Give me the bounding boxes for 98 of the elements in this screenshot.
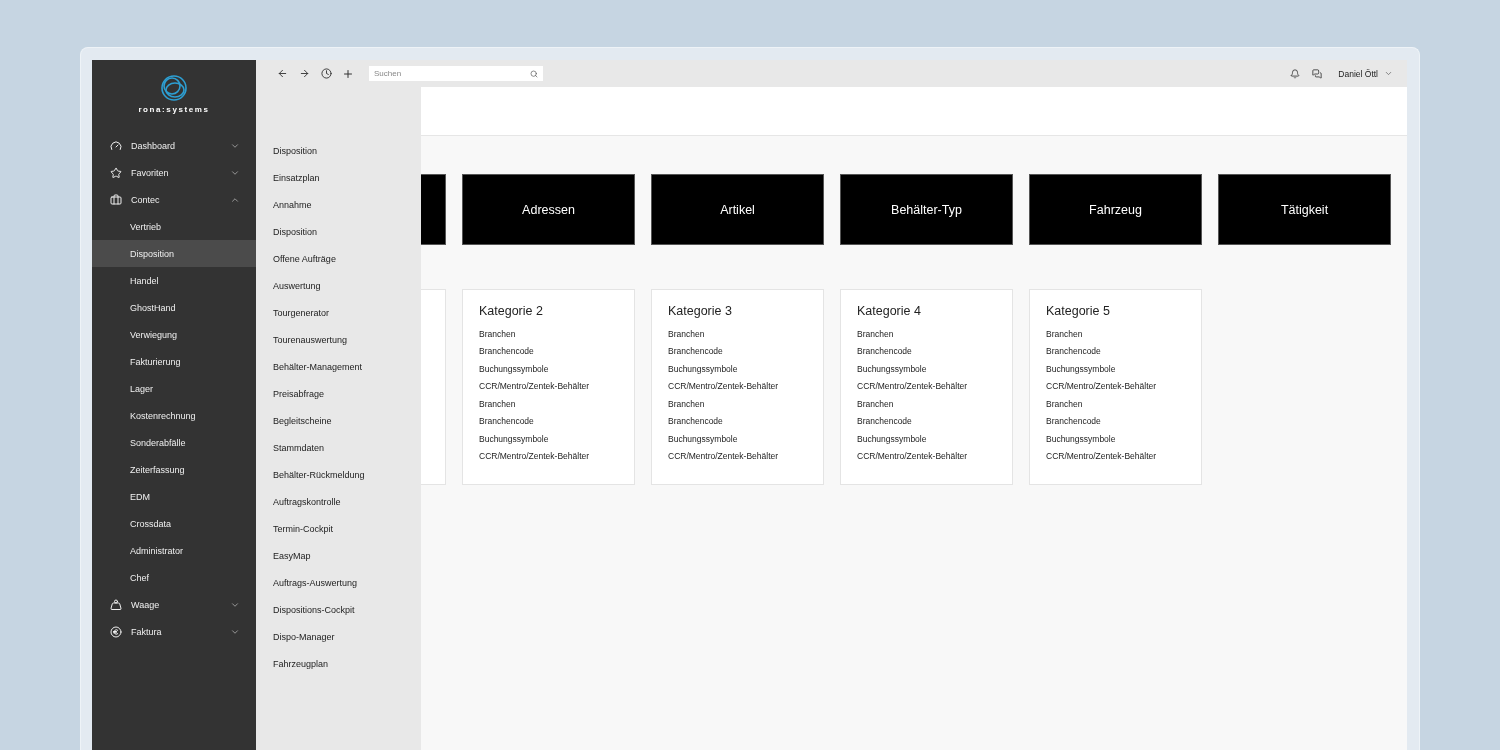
sidebar-subitem[interactable]: EDM (92, 483, 256, 510)
sidebar-item[interactable]: Contec (92, 186, 256, 213)
card-link[interactable]: Buchungssymbole (479, 360, 618, 378)
sidebar-subitem[interactable]: GhostHand (92, 294, 256, 321)
card-link[interactable]: Buchungssymbole (857, 360, 996, 378)
card-link[interactable]: Branchencode (479, 412, 618, 430)
tile-button[interactable]: Behälter-Typ (840, 174, 1013, 245)
tile-button[interactable]: Artikel (651, 174, 824, 245)
card-link[interactable]: Branchencode (1046, 412, 1185, 430)
flyout-item[interactable]: Behälter-Management (273, 353, 421, 380)
card-link[interactable]: Branchen (1046, 395, 1185, 413)
flyout-item[interactable]: Tourgenerator (273, 299, 421, 326)
sidebar-item[interactable]: Favoriten (92, 159, 256, 186)
card-link[interactable]: Branchen (1046, 325, 1185, 343)
card-link[interactable]: Buchungssymbole (668, 430, 807, 448)
card-link[interactable]: Branchencode (1046, 342, 1185, 360)
flyout-item[interactable]: Begleitscheine (273, 407, 421, 434)
card-link[interactable]: CCR/Mentro/Zentek-Behälter (1046, 377, 1185, 395)
card-link[interactable]: Branchen (668, 395, 807, 413)
logo-text: rona:systems (138, 105, 210, 114)
history-button[interactable] (319, 66, 333, 81)
gauge-icon (110, 139, 122, 152)
sidebar-subitem[interactable]: Crossdata (92, 510, 256, 537)
card-link[interactable]: Branchen (668, 325, 807, 343)
card-link[interactable]: CCR/Mentro/Zentek-Behälter (1046, 447, 1185, 465)
card-link[interactable]: Branchencode (857, 342, 996, 360)
card-link[interactable]: Branchencode (668, 412, 807, 430)
card-link[interactable]: Branchencode (857, 412, 996, 430)
sidebar-item-label: Dashboard (131, 140, 177, 151)
flyout-item[interactable]: Auftragskontrolle (273, 488, 421, 515)
flyout-item[interactable]: Offene Aufträge (273, 245, 421, 272)
flyout-item[interactable]: Auftrags-Auswertung (273, 569, 421, 596)
card-link[interactable]: Branchen (479, 395, 618, 413)
search-field[interactable]: Suchen (369, 66, 543, 81)
chevron-down-icon (1384, 69, 1393, 78)
flyout-item[interactable]: Stammdaten (273, 434, 421, 461)
card-link[interactable]: Branchencode (668, 342, 807, 360)
briefcase-icon (110, 193, 122, 206)
sidebar-subitem[interactable]: Lager (92, 375, 256, 402)
sidebar-subitem[interactable]: Handel (92, 267, 256, 294)
sidebar-subitem[interactable]: Verwiegung (92, 321, 256, 348)
card-link[interactable]: Branchen (857, 395, 996, 413)
card-title: Kategorie 5 (1046, 304, 1111, 318)
flyout-item[interactable]: Fahrzeugplan (273, 650, 421, 677)
sidebar-item-label: Waage (131, 599, 161, 610)
messages-button[interactable] (1310, 66, 1325, 81)
sidebar-item-label: Contec (131, 194, 161, 205)
weight-icon (110, 598, 122, 611)
sidebar-item[interactable]: Faktura (92, 618, 256, 645)
sidebar-item[interactable]: Waage (92, 591, 256, 618)
card-link[interactable]: CCR/Mentro/Zentek-Behälter (668, 447, 807, 465)
card-link[interactable]: CCR/Mentro/Zentek-Behälter (479, 377, 618, 395)
sidebar-item[interactable]: Dashboard (92, 132, 256, 159)
search-icon (530, 69, 538, 78)
card-link[interactable]: CCR/Mentro/Zentek-Behälter (857, 447, 996, 465)
card-link[interactable]: Buchungssymbole (857, 430, 996, 448)
card-link[interactable]: Buchungssymbole (479, 430, 618, 448)
tile-button[interactable]: Adressen (462, 174, 635, 245)
sidebar-subitem[interactable]: Administrator (92, 537, 256, 564)
card-link[interactable]: CCR/Mentro/Zentek-Behälter (668, 377, 807, 395)
sidebar-subitem[interactable]: Zeiterfassung (92, 456, 256, 483)
card-title: Kategorie 2 (479, 304, 544, 318)
flyout-item[interactable]: Termin-Cockpit (273, 515, 421, 542)
tile-button[interactable]: Fahrzeug (1029, 174, 1202, 245)
card-title: Kategorie 3 (668, 304, 733, 318)
user-menu[interactable]: Daniel Öttl (1338, 68, 1393, 79)
sidebar-subitem[interactable]: Sonderabfälle (92, 429, 256, 456)
tile-button[interactable]: Tätigkeit (1218, 174, 1391, 245)
sidebar-subitem[interactable]: Chef (92, 564, 256, 591)
sidebar-item-label: Faktura (131, 626, 163, 637)
flyout-item[interactable]: Dispo-Manager (273, 623, 421, 650)
flyout-item[interactable]: Auswertung (273, 272, 421, 299)
sidebar-subitem[interactable]: Kostenrechnung (92, 402, 256, 429)
sidebar-subitem[interactable]: Fakturierung (92, 348, 256, 375)
sidebar-item-label: Favoriten (131, 167, 170, 178)
sidebar-subitem[interactable]: Disposition (92, 240, 256, 267)
star-icon (110, 166, 122, 179)
flyout-item[interactable]: EasyMap (273, 542, 421, 569)
flyout-item[interactable]: Annahme (273, 191, 421, 218)
card-link[interactable]: Branchen (479, 325, 618, 343)
euro-icon (110, 625, 122, 638)
card-link[interactable]: Buchungssymbole (1046, 360, 1185, 378)
card-title: Kategorie 4 (857, 304, 922, 318)
card-link[interactable]: Buchungssymbole (668, 360, 807, 378)
flyout-item[interactable]: Behälter-Rückmeldung (273, 461, 421, 488)
flyout-item[interactable]: Disposition (273, 137, 421, 164)
card-link[interactable]: CCR/Mentro/Zentek-Behälter (857, 377, 996, 395)
sidebar-subitem[interactable]: Vertrieb (92, 213, 256, 240)
flyout-item[interactable]: Disposition (273, 218, 421, 245)
flyout-item[interactable]: Dispositions-Cockpit (273, 596, 421, 623)
flyout-item[interactable]: Tourenauswertung (273, 326, 421, 353)
flyout-item[interactable]: Einsatzplan (273, 164, 421, 191)
card-link[interactable]: Buchungssymbole (1046, 430, 1185, 448)
card-link[interactable]: Branchen (857, 325, 996, 343)
logo-icon (159, 73, 189, 103)
card-link[interactable]: Branchencode (479, 342, 618, 360)
card-link[interactable]: CCR/Mentro/Zentek-Behälter (479, 447, 618, 465)
flyout-item[interactable]: Preisabfrage (273, 380, 421, 407)
